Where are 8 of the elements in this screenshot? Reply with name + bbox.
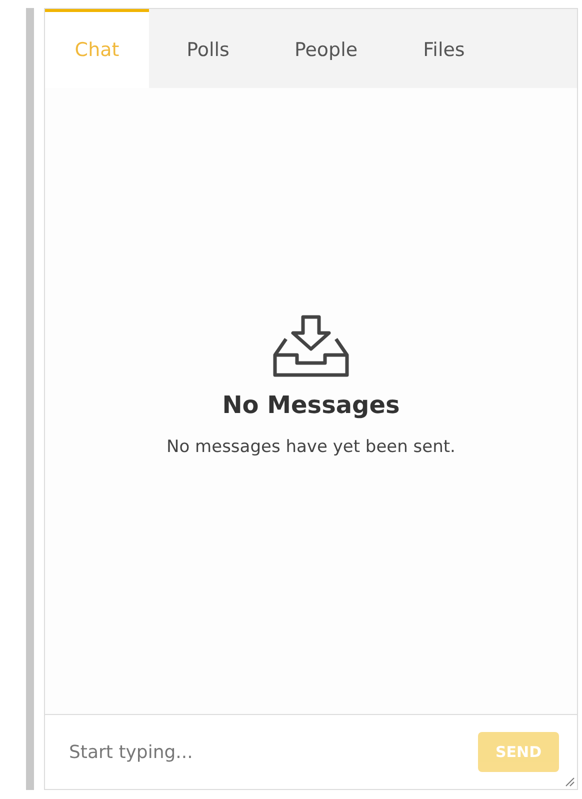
tab[interactable]: Polls xyxy=(149,9,267,88)
tab[interactable]: Files xyxy=(385,9,503,88)
inbox-download-icon xyxy=(272,315,350,377)
message-input[interactable]: Start typing... xyxy=(67,740,478,764)
empty-state-message: No messages have yet been sent. xyxy=(166,437,456,457)
empty-state-title: No Messages xyxy=(222,391,400,419)
resize-grip-icon[interactable] xyxy=(565,777,575,787)
tab[interactable]: People xyxy=(267,9,385,88)
